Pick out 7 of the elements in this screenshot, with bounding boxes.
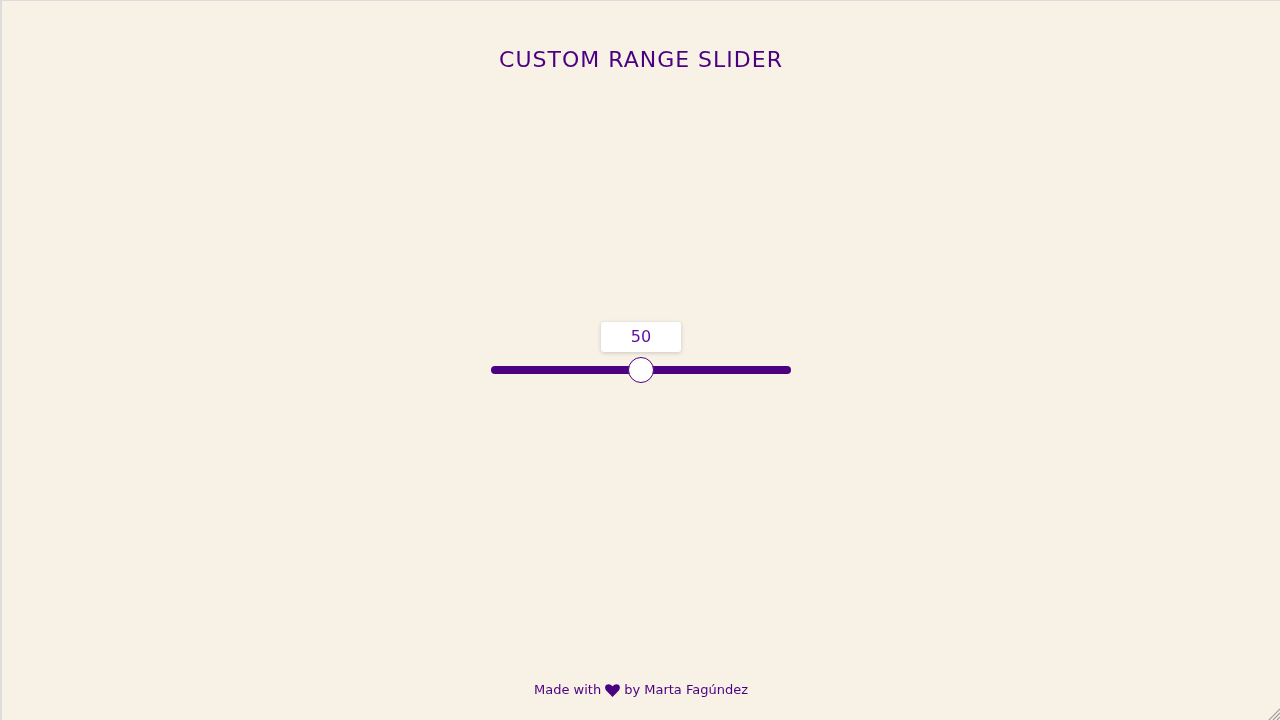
slider-thumb[interactable] — [628, 357, 654, 383]
footer-text: Made with — [534, 681, 602, 699]
author-credit: by Marta Fagúndez — [624, 681, 748, 699]
resize-grip-icon[interactable] — [1268, 708, 1280, 720]
value-tooltip: 50 — [601, 322, 681, 352]
page-title: CUSTOM RANGE SLIDER — [499, 46, 783, 74]
heart-icon — [605, 683, 621, 697]
